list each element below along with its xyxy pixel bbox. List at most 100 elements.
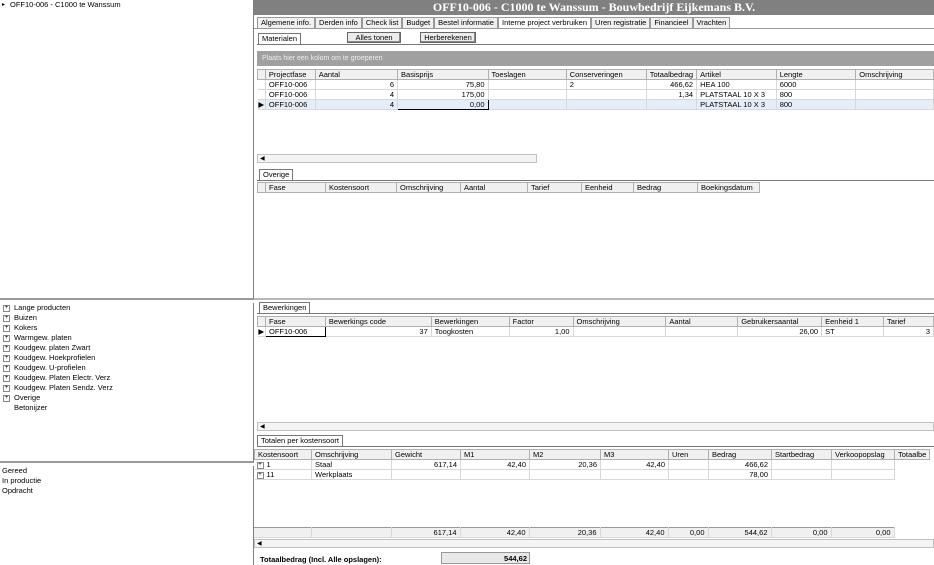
scroll-left-icon[interactable]: ◀ xyxy=(260,423,265,431)
category-item[interactable]: + Buizen xyxy=(3,313,253,323)
footer-cell[interactable]: 42,40 xyxy=(460,527,530,538)
table-cell[interactable] xyxy=(646,99,698,110)
column-header[interactable]: Fase xyxy=(264,316,326,327)
table-row[interactable]: +11 Werkplaats 78,00 xyxy=(254,469,930,480)
scroll-left-icon[interactable]: ◀ xyxy=(260,155,265,163)
totalen-hscrollbar[interactable]: ◀ xyxy=(254,539,934,548)
expand-plus-icon[interactable]: + xyxy=(3,364,10,372)
table-cell[interactable]: 6 xyxy=(315,79,399,90)
column-header[interactable]: M1 xyxy=(460,449,530,460)
category-item[interactable]: + Koudgew. Hoekprofielen xyxy=(3,353,253,363)
column-header[interactable]: Fase xyxy=(265,182,326,193)
table-cell[interactable] xyxy=(771,459,832,470)
tab-main[interactable]: Interne project verbruiken xyxy=(497,17,592,28)
column-header[interactable]: Artikel xyxy=(696,69,777,80)
tab-overige[interactable]: Overige xyxy=(259,169,294,180)
tab-main[interactable]: Budget xyxy=(402,17,435,28)
table-cell[interactable] xyxy=(488,79,567,90)
table-cell[interactable]: 1,34 xyxy=(646,89,698,100)
table-cell[interactable]: 175,00 xyxy=(397,89,489,100)
category-item[interactable]: + Overige xyxy=(3,393,253,403)
table-cell[interactable] xyxy=(573,326,667,337)
table-cell[interactable]: 75,80 xyxy=(397,79,489,90)
tab-main[interactable]: Bestel informatie xyxy=(434,17,498,28)
status-item[interactable]: Opdracht xyxy=(2,486,253,496)
footer-cell[interactable]: 544,62 xyxy=(708,527,772,538)
expand-plus-icon[interactable]: + xyxy=(3,394,10,402)
expand-icon[interactable]: ▸ xyxy=(2,0,10,10)
column-header[interactable]: Omschrijving xyxy=(396,182,461,193)
column-header[interactable]: Aantal xyxy=(460,182,528,193)
column-header[interactable]: Boekingsdatum xyxy=(697,182,760,193)
table-cell[interactable]: ST xyxy=(821,326,885,337)
column-header[interactable]: M2 xyxy=(529,449,601,460)
table-cell[interactable]: 42,40 xyxy=(460,459,530,470)
tab-main[interactable]: Financieel xyxy=(650,17,693,28)
column-header[interactable]: Tarief xyxy=(883,316,934,327)
row-selector-icon[interactable]: ▶ xyxy=(257,99,266,110)
table-row[interactable]: ▶ OFF10-006 37 Toogkosten 1,00 26,00 ST 3 xyxy=(257,326,934,337)
table-cell[interactable]: 800 xyxy=(776,99,857,110)
expand-plus-icon[interactable]: + xyxy=(3,384,10,392)
column-header[interactable]: Uren xyxy=(668,449,709,460)
expand-plus-icon[interactable]: + xyxy=(3,334,10,342)
table-cell[interactable]: PLATSTAAL 10 X 3 xyxy=(696,89,777,100)
table-cell[interactable]: 37 xyxy=(325,326,432,337)
column-header[interactable]: Eenheid xyxy=(581,182,634,193)
tab-main[interactable]: Vrachten xyxy=(692,17,731,28)
table-cell[interactable]: +1 xyxy=(254,459,312,470)
table-cell[interactable]: OFF10-006 xyxy=(265,89,316,100)
status-item[interactable]: In productie xyxy=(2,476,253,486)
table-cell[interactable] xyxy=(460,469,530,480)
expand-plus-icon[interactable]: + xyxy=(3,314,10,322)
table-cell[interactable]: Staal xyxy=(311,459,392,470)
materialen-hscrollbar[interactable]: ◀ xyxy=(257,154,537,163)
status-item[interactable]: Gereed xyxy=(2,466,253,476)
table-cell[interactable]: 617,14 xyxy=(391,459,461,470)
table-cell[interactable] xyxy=(566,99,647,110)
footer-cell[interactable]: 0,00 xyxy=(771,527,832,538)
table-row[interactable]: 617,14 42,40 20,36 42,40 0,00 544,62 0,00 0,00 xyxy=(254,527,895,538)
row-selector-icon[interactable]: ▶ xyxy=(257,326,266,337)
expand-plus-icon[interactable]: + xyxy=(3,304,10,312)
expand-plus-icon[interactable]: + xyxy=(256,471,264,479)
table-cell[interactable] xyxy=(529,469,601,480)
column-header[interactable]: Aantal xyxy=(314,69,399,80)
category-item[interactable]: + Lange producten xyxy=(3,303,253,313)
table-cell[interactable]: 1,00 xyxy=(509,326,574,337)
row-selector-icon[interactable] xyxy=(257,79,266,90)
column-header[interactable]: Projectfase xyxy=(264,69,316,80)
tab-main[interactable]: Derden info xyxy=(315,17,362,28)
table-cell[interactable]: 26,00 xyxy=(737,326,823,337)
category-item[interactable]: + Kokers xyxy=(3,323,253,333)
table-cell[interactable]: 2 xyxy=(566,79,647,90)
scroll-left-icon[interactable]: ◀ xyxy=(257,540,262,548)
tab-main[interactable]: Algemene info. xyxy=(257,17,316,28)
column-header[interactable]: Omschrijving xyxy=(311,449,392,460)
column-header[interactable]: Bewerkings code xyxy=(324,316,432,327)
column-header[interactable]: Conserveringen xyxy=(565,69,647,80)
table-cell[interactable]: OFF10-006 xyxy=(264,326,326,337)
table-cell[interactable] xyxy=(665,326,739,337)
splitter[interactable] xyxy=(254,298,934,300)
category-item[interactable]: + Koudgew. Platen Electr. Verz xyxy=(3,373,253,383)
category-item[interactable]: + Warmgew. platen xyxy=(3,333,253,343)
footer-cell[interactable]: 0,00 xyxy=(831,527,895,538)
expand-plus-icon[interactable]: + xyxy=(3,374,10,382)
table-cell[interactable]: 78,00 xyxy=(708,469,772,480)
recalculate-button[interactable]: Herberekenen xyxy=(420,32,476,43)
table-cell[interactable]: Werkplaats xyxy=(311,469,392,480)
column-header[interactable]: Toeslagen xyxy=(487,69,567,80)
table-cell[interactable] xyxy=(855,89,934,100)
column-header[interactable]: Lengte xyxy=(775,69,857,80)
table-cell[interactable]: 6000 xyxy=(776,79,857,90)
footer-cell[interactable] xyxy=(311,527,392,538)
table-cell[interactable] xyxy=(771,469,832,480)
footer-cell[interactable]: 20,36 xyxy=(529,527,601,538)
column-header[interactable]: Aantal xyxy=(665,316,739,327)
column-header[interactable]: Verkoopopslag xyxy=(831,449,895,460)
table-cell[interactable]: 3 xyxy=(883,326,934,337)
column-header[interactable]: M3 xyxy=(600,449,669,460)
category-item[interactable]: + Koudgew. Platen Sendz. Verz xyxy=(3,383,253,393)
category-item[interactable]: + Koudgew. U-profielen xyxy=(3,363,253,373)
